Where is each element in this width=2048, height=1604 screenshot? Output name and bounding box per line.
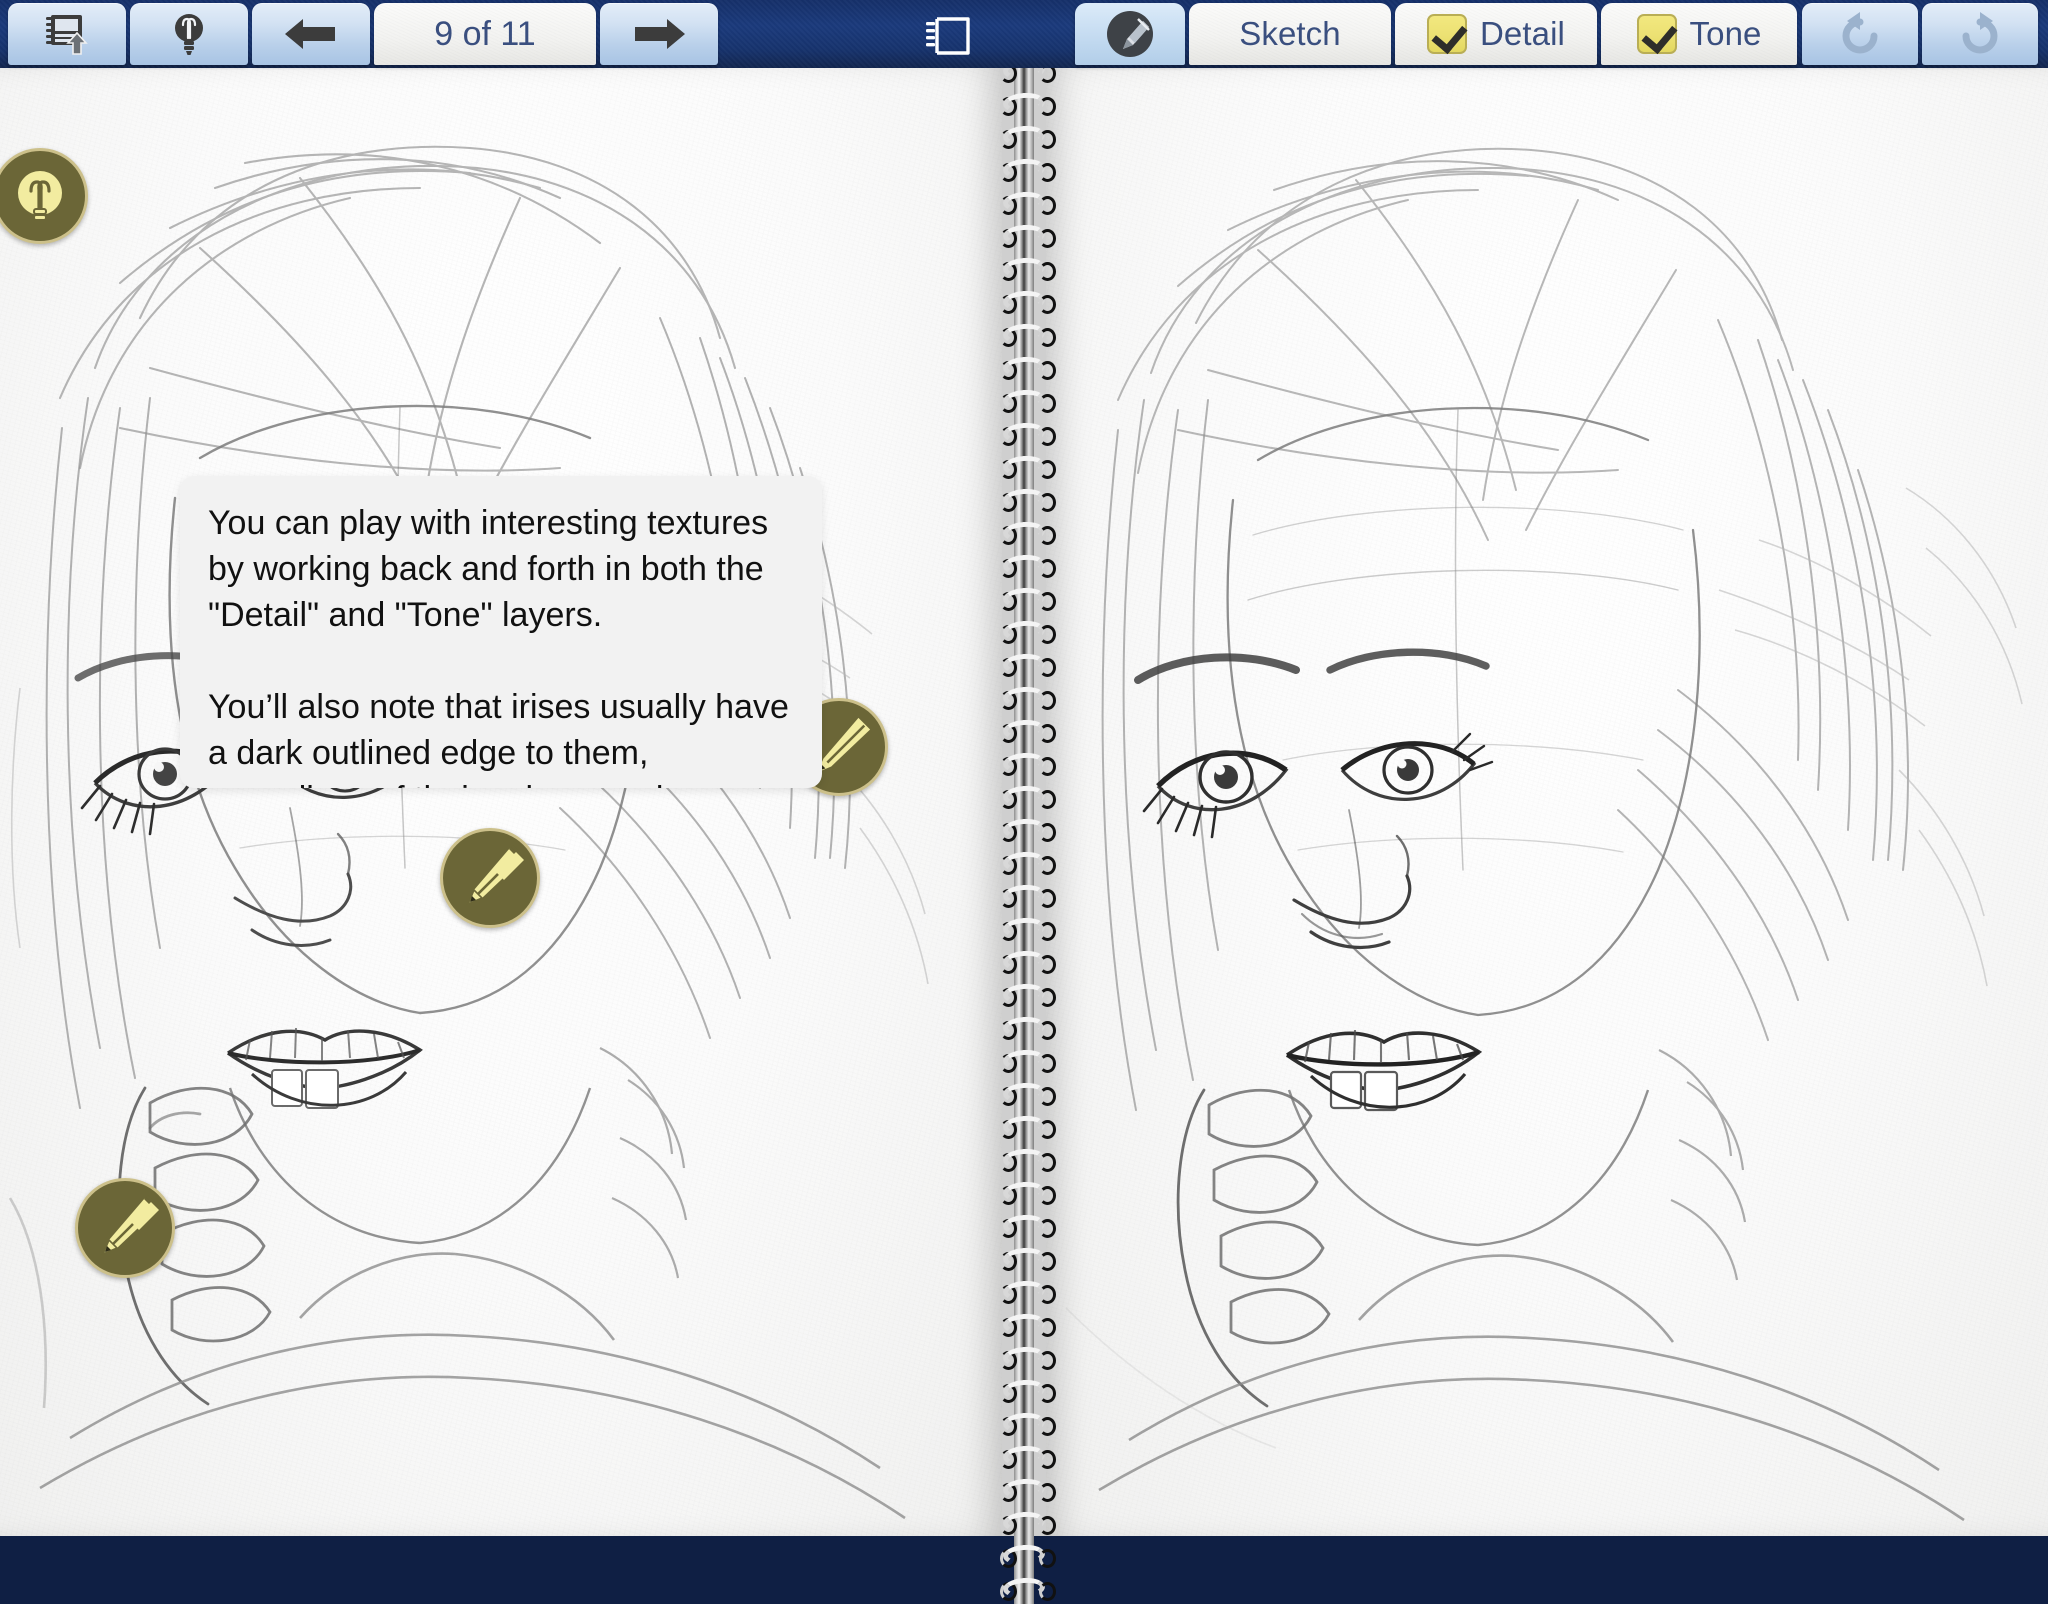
sketch-canvas-right[interactable] [1046, 68, 2048, 1536]
spiral-coil [997, 1378, 1056, 1406]
page-indicator: 9 of 11 [374, 3, 596, 65]
spiral-coil [997, 520, 1056, 548]
spiral-coil [997, 586, 1056, 614]
hint-button[interactable] [130, 3, 248, 65]
previous-page-button[interactable] [252, 3, 370, 65]
spiral-coil [997, 223, 1056, 251]
eye-left-sketch-right [1134, 653, 1300, 839]
tab-sketch[interactable]: Sketch [1189, 3, 1391, 65]
spiral-coil [997, 1345, 1056, 1373]
spiral-coil [997, 817, 1056, 845]
pen-tool-icon [1107, 11, 1153, 57]
tab-sketch-label: Sketch [1239, 15, 1341, 52]
pencil-badge-hand[interactable] [75, 1178, 175, 1278]
spiral-coil [997, 1213, 1056, 1241]
sketch-canvas-left[interactable]: You can play with interesting textures b… [0, 68, 1002, 1536]
notebook-export-icon [46, 15, 88, 55]
spiral-coil [997, 784, 1056, 812]
spiral-coil [997, 751, 1056, 779]
spiral-coil [997, 1279, 1056, 1307]
spiral-coil [997, 553, 1056, 581]
spiral-coil [997, 190, 1056, 218]
notebook-pages: You can play with interesting textures b… [0, 58, 2048, 1604]
tip-popover[interactable]: You can play with interesting textures b… [180, 476, 822, 788]
tab-detail-label: Detail [1480, 15, 1565, 52]
tip-paragraph-1: You can play with interesting textures b… [208, 504, 769, 634]
spiral-coil [997, 355, 1056, 383]
spiral-coil [997, 1081, 1056, 1109]
eye-right-sketch-right [1326, 648, 1494, 801]
sketch-drawing-right [1065, 147, 2023, 1522]
notebook-page-icon [926, 17, 970, 55]
lightbulb-icon [18, 171, 62, 221]
tip-paragraph-2: You’ll also note that irises usually hav… [208, 688, 789, 788]
spiral-coil [997, 1510, 1056, 1538]
spiral-coil [997, 949, 1056, 977]
lightbulb-icon [175, 14, 203, 55]
spiral-coil [997, 1543, 1056, 1571]
spiral-coil [997, 124, 1056, 152]
detail-layer-checkbox[interactable] [1427, 14, 1467, 54]
export-notebook-button[interactable] [8, 3, 126, 65]
spiral-coil [997, 91, 1056, 119]
pencil-badge-eye[interactable] [440, 828, 540, 928]
spiral-coil [997, 652, 1056, 680]
spiral-coil [997, 388, 1056, 416]
lips-sketch [227, 1027, 423, 1109]
spiral-coil [997, 487, 1056, 515]
spiral-coil [997, 1180, 1056, 1208]
next-page-button[interactable] [600, 3, 718, 65]
redo-button[interactable] [1922, 3, 2038, 65]
spiral-coil [997, 322, 1056, 350]
undo-icon [1842, 12, 1878, 54]
spiral-coil [997, 685, 1056, 713]
spiral-coil [997, 883, 1056, 911]
spiral-coil [997, 289, 1056, 317]
spiral-coil [997, 916, 1056, 944]
spiral-coil [997, 718, 1056, 746]
spiral-coil [997, 1147, 1056, 1175]
spiral-binding [1000, 58, 1056, 1604]
spiral-coil [997, 1576, 1056, 1604]
tool-pen-tab[interactable] [1075, 3, 1185, 65]
spiral-coil [997, 256, 1056, 284]
spiral-coil [997, 1312, 1056, 1340]
pencil-icon [466, 845, 524, 906]
spiral-coil [997, 1444, 1056, 1472]
spiral-coil [997, 1246, 1056, 1274]
arrow-right-icon [635, 19, 685, 49]
lips-sketch-right [1285, 1029, 1483, 1112]
redo-icon [1962, 12, 1998, 54]
spiral-coil [997, 619, 1056, 647]
spiral-coil [997, 1411, 1056, 1439]
spiral-coil [997, 1048, 1056, 1076]
toolbar: 9 of 11 Sketch Detail Tone [0, 0, 2048, 68]
arrow-left-icon [285, 19, 335, 49]
spiral-coil [997, 157, 1056, 185]
tab-tone[interactable]: Tone [1601, 3, 1797, 65]
tone-layer-checkbox[interactable] [1636, 14, 1677, 54]
page-view-button[interactable] [920, 14, 980, 58]
page-indicator-label: 9 of 11 [434, 14, 536, 53]
spiral-coil [997, 1477, 1056, 1505]
undo-button[interactable] [1802, 3, 1918, 65]
spiral-coil [997, 1114, 1056, 1142]
tab-tone-label: Tone [1689, 15, 1762, 52]
spiral-coil [997, 982, 1056, 1010]
pencil-icon [101, 1195, 159, 1256]
spiral-coil [997, 1015, 1056, 1043]
sketch-drawing-left [8, 145, 929, 1520]
spiral-coil [997, 421, 1056, 449]
tab-detail[interactable]: Detail [1395, 3, 1597, 65]
spiral-coil [997, 454, 1056, 482]
spiral-coil [997, 850, 1056, 878]
